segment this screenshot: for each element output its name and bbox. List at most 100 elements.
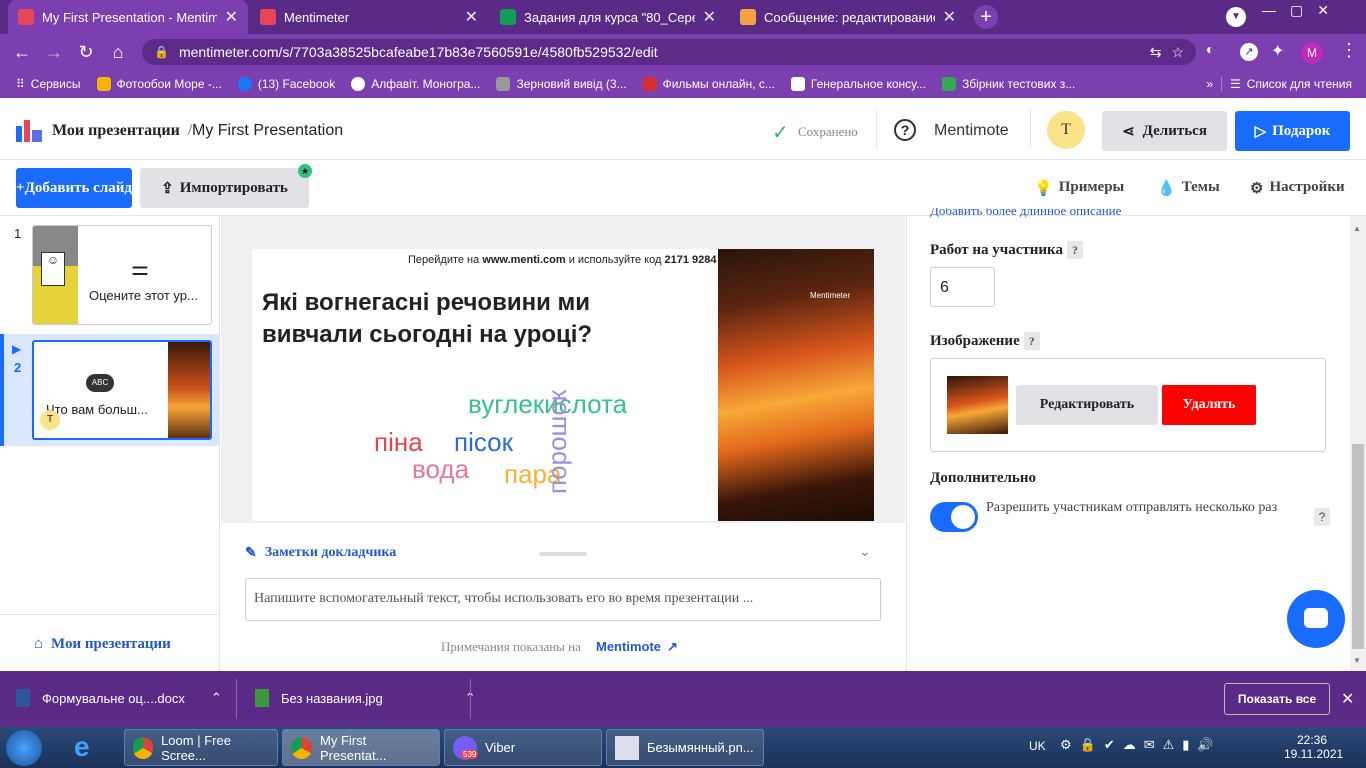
puzzle-icon[interactable]: ✦ [1271,41,1284,61]
download-item[interactable]: Формувальне оц....docx ⌃ [16,689,222,707]
app-header: Мои презентации / My First Presentation … [0,98,1366,160]
my-presentations-link[interactable]: ⌂ Мои презентации [34,636,171,653]
close-icon[interactable]: ✕ [1341,689,1354,709]
tab-search-icon[interactable]: ▼ [1226,7,1246,27]
taskbar-item[interactable]: 539 Viber [444,729,602,766]
reload-icon[interactable]: ↻ [70,42,102,63]
bookmark-item[interactable]: Фильмы онлайн, с... [635,77,783,91]
show-all-button[interactable]: Показать все [1224,683,1330,715]
globe-icon [351,77,366,91]
scrollbar-thumb[interactable] [1352,444,1364,649]
bookmark-item[interactable]: ⠿ Сервисы [8,77,89,91]
browser-tab[interactable]: My First Presentation - Mentimet ✕ [8,0,248,34]
slide-selected-row[interactable]: ▶ 2 ABC Что вам больш... T [0,334,220,446]
present-button[interactable]: ▷ Подарок [1235,111,1350,151]
gear-icon: ⚙ [1250,181,1264,197]
speaker-notes: ✎ Заметки докладчика ⌄ Напишите вспомогат… [221,523,905,671]
delete-image-button[interactable]: Удалять [1162,385,1256,425]
share-icon: ⋖ [1122,123,1135,140]
notes-input[interactable]: Напишите вспомогательный текст, чтобы ис… [245,578,881,621]
back-arrow-icon[interactable]: ← [6,42,38,63]
slide-thumbnail[interactable]: ABC Что вам больш... T [32,340,212,440]
notes-title[interactable]: ✎ Заметки докладчика [245,545,396,562]
themes-button[interactable]: 💧 Темы [1157,179,1220,198]
add-slide-button[interactable]: + Добавить слайд [16,168,132,208]
browser-tab[interactable]: Задания для курса "80_Середні ✕ [490,0,726,34]
forward-arrow-icon[interactable]: → [38,42,70,63]
presentation-title[interactable]: My First Presentation [192,122,343,140]
bookmark-item[interactable]: Алфавіт. Моногра... [343,77,488,91]
help-icon[interactable]: ? [1310,508,1330,526]
mentimote-link[interactable]: Mentimote ↗ [596,639,678,655]
scrollbar[interactable]: ▲ ▼ [1350,216,1366,671]
close-icon[interactable]: ✕ [465,7,478,27]
mentimeter-favicon-icon [260,9,276,25]
close-icon[interactable]: ✕ [225,7,238,27]
bookmark-star-icon[interactable]: ☆ [1171,44,1184,61]
chat-bubble-icon[interactable] [1287,590,1345,648]
home-icon[interactable]: ⌂ [102,42,134,63]
classroom-favicon-icon [500,9,516,25]
tray-icons[interactable]: ⚙🔒✔☁✉⚠▮🔊 [1060,737,1222,753]
wordcloud-icon: ABC [86,374,114,392]
start-button[interactable] [6,730,42,766]
facebook-icon [237,77,252,91]
import-button[interactable]: ⇪ Импортировать [140,168,309,208]
clock[interactable]: 22:36 19.11.2021 [1284,733,1343,761]
help-icon[interactable]: ? [1066,241,1083,259]
taskbar-item[interactable]: Loom | Free Scree... [124,729,278,766]
play-icon: ▷ [1254,123,1267,140]
bookmark-item[interactable]: Фотообои Море -... [89,77,230,91]
word-document-icon [16,689,30,707]
translate-icon[interactable]: ⇆ [1150,44,1162,61]
taskbar-item[interactable]: Безымянный.pn... [606,729,764,766]
internet-explorer-icon[interactable]: e [74,733,90,761]
description-link[interactable]: Добавить более длинное описание [930,208,1121,222]
help-circle-icon[interactable]: ? [894,119,916,141]
help-icon[interactable]: ? [1023,332,1040,350]
bookmark-item[interactable]: Збірник тестових з... [934,77,1083,91]
home-icon: ⌂ [34,636,44,652]
bookmarks-overflow[interactable]: » [1198,77,1221,91]
extension-icon[interactable]: ↗ [1240,43,1258,61]
share-button[interactable]: ⋖ Делиться [1102,111,1227,151]
slide-thumbnail[interactable]: ☺ ⚌ Оцените этот ур... [32,225,212,325]
browser-tab[interactable]: Mentimeter ✕ [250,0,488,34]
close-icon[interactable]: ✕ [703,7,716,27]
bookmark-item[interactable]: Генеральное консу... [783,77,934,91]
menu-kebab-icon[interactable]: ⋮ [1340,40,1358,61]
bookmark-item[interactable]: (13) Facebook [230,77,343,91]
language-indicator[interactable]: UK [1029,739,1046,753]
breadcrumb-root[interactable]: Мои презентации [52,122,180,139]
entries-input[interactable]: 6 [930,267,995,307]
download-item[interactable]: Без названия.jpg ⌃ [255,689,476,707]
drag-handle[interactable] [539,552,587,556]
tab-title: Сообщение: редактирование [764,9,935,25]
multi-submit-toggle[interactable] [930,502,978,532]
slide-question: Які вогнегасні речовини ми вивчали сього… [262,289,593,348]
edit-image-button[interactable]: Редактировать [1016,385,1158,425]
settings-button[interactable]: ⚙ Настройки [1250,179,1345,198]
chevron-down-icon[interactable]: ⌄ [859,543,871,560]
extension-icon[interactable]: ◐ [1206,41,1226,63]
reading-list[interactable]: ☰ Список для чтения [1221,77,1360,91]
taskbar-item[interactable]: My First Presentat... [282,729,440,766]
breadcrumb: Мои презентации / [52,122,193,139]
examples-button[interactable]: 💡 Примеры [1034,179,1124,198]
bookmark-item[interactable]: Зерновий вивід (3... [488,77,634,91]
window-controls[interactable]: —▢✕ [1262,2,1343,19]
close-icon[interactable]: ✕ [943,7,956,27]
current-slide-arrow-icon: ▶ [12,342,22,356]
new-tab-button[interactable]: + [974,5,998,29]
divider [876,110,877,148]
avatar[interactable]: T [1047,111,1085,149]
browser-tab[interactable]: Сообщение: редактирование ✕ [730,0,966,34]
slide-preview[interactable]: Перейдите на www.menti.com и используйте… [252,249,874,521]
chevron-up-icon[interactable]: ⌃ [211,690,222,706]
mentimeter-logo-icon[interactable] [16,120,42,142]
image-file-icon [255,689,269,707]
mentimote-link[interactable]: Mentimote [934,122,1009,140]
bookmark-favicon-icon [96,77,111,91]
profile-avatar[interactable]: M [1301,42,1323,64]
url-field[interactable]: 🔒 mentimeter.com/s/7703a38525bcafeabe17b… [142,39,1196,65]
